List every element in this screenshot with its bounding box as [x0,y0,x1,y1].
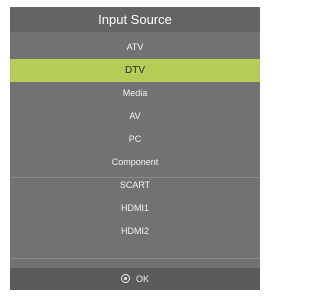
source-item-atv[interactable]: ATV [10,36,260,59]
menu-title: Input Source [10,7,260,32]
source-item-component[interactable]: Component [10,151,260,174]
ok-button-icon [120,274,130,283]
source-item-hdmi2[interactable]: HDMI2 [10,220,260,243]
source-item-av[interactable]: AV [10,105,260,128]
input-source-menu: Input Source ATV DTV Media AV PC Compone… [10,7,260,290]
source-list: ATV DTV Media AV PC Component SCART HDMI… [10,36,260,268]
source-item-media[interactable]: Media [10,82,260,105]
footer-bar: OK [10,268,260,290]
list-bottom-divider [10,258,260,259]
source-item-pc[interactable]: PC [10,128,260,151]
ok-label: OK [135,274,149,284]
source-item-dtv[interactable]: DTV [10,59,260,82]
list-divider [10,177,260,178]
source-item-hdmi1[interactable]: HDMI1 [10,197,260,220]
